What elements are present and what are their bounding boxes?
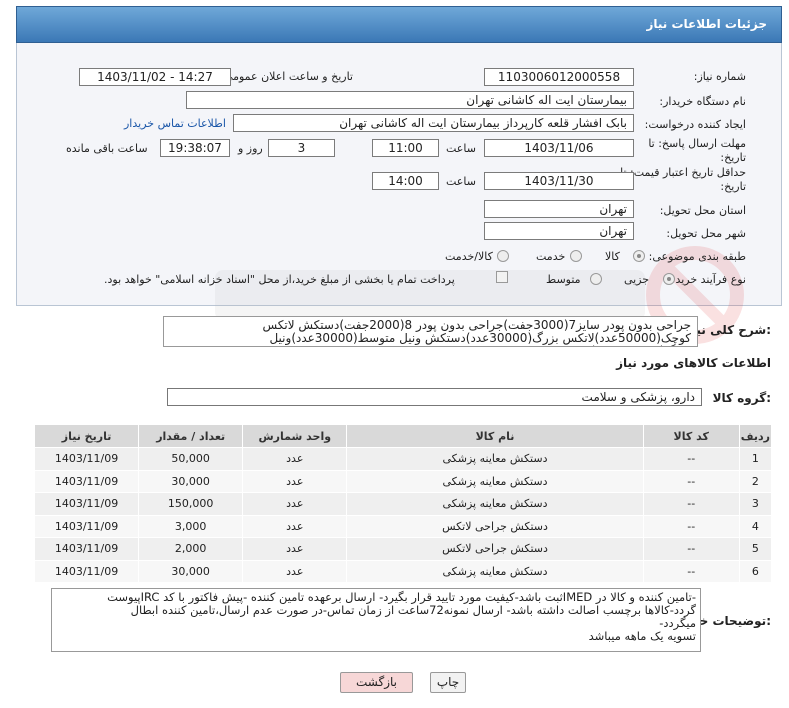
cell-code: -- [642, 447, 740, 471]
goods-section-title: اطلاعات کالاهای مورد نیاز [616, 356, 771, 370]
cell-qty: 30,000 [138, 469, 244, 493]
cell-qty: 50,000 [138, 447, 244, 471]
panel-header: جزئیات اطلاعات نیاز [16, 6, 782, 43]
process-radio-medium[interactable] [590, 273, 602, 285]
cell-qty: 30,000 [138, 559, 244, 583]
cell-index: 4 [738, 514, 773, 538]
cell-date: 1403/11/09 [33, 447, 140, 471]
cell-name: دستکش جراحی لاتکس [346, 537, 644, 561]
treasury-checkbox[interactable] [496, 271, 508, 283]
cell-date: 1403/11/09 [33, 469, 140, 493]
announce-field: 1403/11/02 - 14:27 [79, 68, 231, 86]
cell-index: 5 [738, 537, 773, 561]
validity-time-field: 14:00 [372, 172, 439, 190]
process-option-medium: متوسط [546, 273, 581, 286]
need-number-field: 1103006012000558 [484, 68, 634, 86]
table-row: 1 -- دستکش معاینه پزشکی عدد 50,000 1403/… [33, 447, 773, 471]
city-field: تهران [484, 222, 634, 240]
col-code: کد کالا [642, 424, 740, 448]
city-label: شهر محل تحویل: [666, 227, 746, 240]
table-row: 5 -- دستکش جراحی لاتکس عدد 2,000 1403/11… [33, 537, 773, 561]
col-unit: واحد شمارش [242, 424, 348, 448]
cell-name: دستکش معاینه پزشکی [346, 492, 644, 516]
province-label: استان محل تحویل: [659, 204, 746, 217]
cell-index: 3 [738, 492, 773, 516]
cell-code: -- [642, 469, 740, 493]
cell-code: -- [642, 492, 740, 516]
cell-qty: 2,000 [138, 537, 244, 561]
cell-index: 1 [738, 447, 773, 471]
remaining-time-field: 19:38:07 [160, 139, 230, 157]
buyer-org-label: نام دستگاه خریدار: [659, 95, 746, 108]
remaining-label: ساعت باقی مانده [66, 142, 148, 155]
table-row: 4 -- دستکش جراحی لاتکس عدد 3,000 1403/11… [33, 514, 773, 538]
process-label: نوع فرآیند خرید : [668, 273, 746, 286]
cell-name: دستکش جراحی لاتکس [346, 514, 644, 538]
cell-name: دستکش معاینه پزشکی [346, 559, 644, 583]
deadline-label: مهلت ارسال پاسخ: تا تاریخ: [648, 137, 746, 164]
col-index: ردیف [738, 424, 773, 448]
category-radio-service[interactable] [570, 250, 582, 262]
category-radio-both[interactable] [497, 250, 509, 262]
deadline-time-field: 11:00 [372, 139, 439, 157]
goods-group-label: گروه کالا: [712, 391, 771, 405]
cell-name: دستکش معاینه پزشکی [346, 447, 644, 471]
creator-field: بابک افشار قلعه کارپرداز بیمارستان ایت ا… [233, 114, 634, 132]
cell-name: دستکش معاینه پزشکی [346, 469, 644, 493]
buyer-notes-textarea[interactable]: -تامین کننده و کالا در IMEDثبت باشد-کیفی… [51, 588, 701, 652]
announce-label: تاریخ و ساعت اعلان عمومی: [220, 70, 353, 83]
table-row: 6 -- دستکش معاینه پزشکی عدد 30,000 1403/… [33, 559, 773, 583]
process-option-small: جزیی [624, 273, 650, 286]
deadline-time-label: ساعت [446, 142, 476, 155]
category-label: طبقه بندی موضوعی: [648, 250, 746, 263]
back-button[interactable]: بازگشت [340, 672, 413, 693]
cell-unit: عدد [242, 492, 348, 516]
province-field: تهران [484, 200, 634, 218]
cell-unit: عدد [242, 514, 348, 538]
cell-qty: 3,000 [138, 514, 244, 538]
creator-label: ایجاد کننده درخواست: [644, 118, 746, 131]
validity-date-field: 1403/11/30 [484, 172, 634, 190]
print-button[interactable]: چاپ [430, 672, 466, 693]
deadline-date-field: 1403/11/06 [484, 139, 634, 157]
table-row: 3 -- دستکش معاینه پزشکی عدد 150,000 1403… [33, 492, 773, 516]
payment-note: پرداخت تمام یا بخشی از مبلغ خرید،از محل … [104, 273, 455, 286]
col-qty: تعداد / مقدار [138, 424, 244, 448]
cell-unit: عدد [242, 559, 348, 583]
validity-time-label: ساعت [446, 175, 476, 188]
cell-index: 2 [738, 469, 773, 493]
page-title: جزئیات اطلاعات نیاز [646, 17, 767, 31]
cell-date: 1403/11/09 [33, 537, 140, 561]
buyer-org-field: بیمارستان ایت اله کاشانی تهران [186, 91, 634, 109]
cell-date: 1403/11/09 [33, 514, 140, 538]
col-name: نام کالا [346, 424, 644, 448]
summary-textarea[interactable]: جراحی بدون پودر سایز7(3000جفت)جراحی بدون… [163, 316, 698, 347]
cell-date: 1403/11/09 [33, 559, 140, 583]
days-field: 3 [268, 139, 335, 157]
cell-unit: عدد [242, 447, 348, 471]
buyer-notes-line: گردد-کالاها برچسب اصالت داشته باشد- ارسا… [130, 603, 696, 617]
days-label: روز و [238, 142, 263, 155]
category-option-goods: کالا [605, 250, 620, 263]
category-radio-goods[interactable] [633, 250, 645, 262]
cell-code: -- [642, 559, 740, 583]
cell-unit: عدد [242, 537, 348, 561]
category-option-both: کالا/خدمت [445, 250, 493, 263]
need-number-label: شماره نیاز: [693, 70, 746, 83]
goods-group-field: دارو، پزشکی و سلامت [167, 388, 702, 406]
cell-date: 1403/11/09 [33, 492, 140, 516]
cell-qty: 150,000 [138, 492, 244, 516]
buyer-notes-line: تسویه یک ماهه میباشد [588, 629, 696, 643]
cell-code: -- [642, 514, 740, 538]
cell-code: -- [642, 537, 740, 561]
category-option-service: خدمت [536, 250, 566, 263]
goods-table: ردیف کد کالا نام کالا واحد شمارش تعداد /… [33, 424, 773, 583]
process-radio-small[interactable] [663, 273, 675, 285]
cell-index: 6 [738, 559, 773, 583]
table-header-row: ردیف کد کالا نام کالا واحد شمارش تعداد /… [33, 424, 773, 448]
col-date: تاریخ نیاز [33, 424, 140, 448]
contact-link[interactable]: اطلاعات تماس خریدار [124, 117, 226, 130]
cell-unit: عدد [242, 469, 348, 493]
table-row: 2 -- دستکش معاینه پزشکی عدد 30,000 1403/… [33, 469, 773, 493]
